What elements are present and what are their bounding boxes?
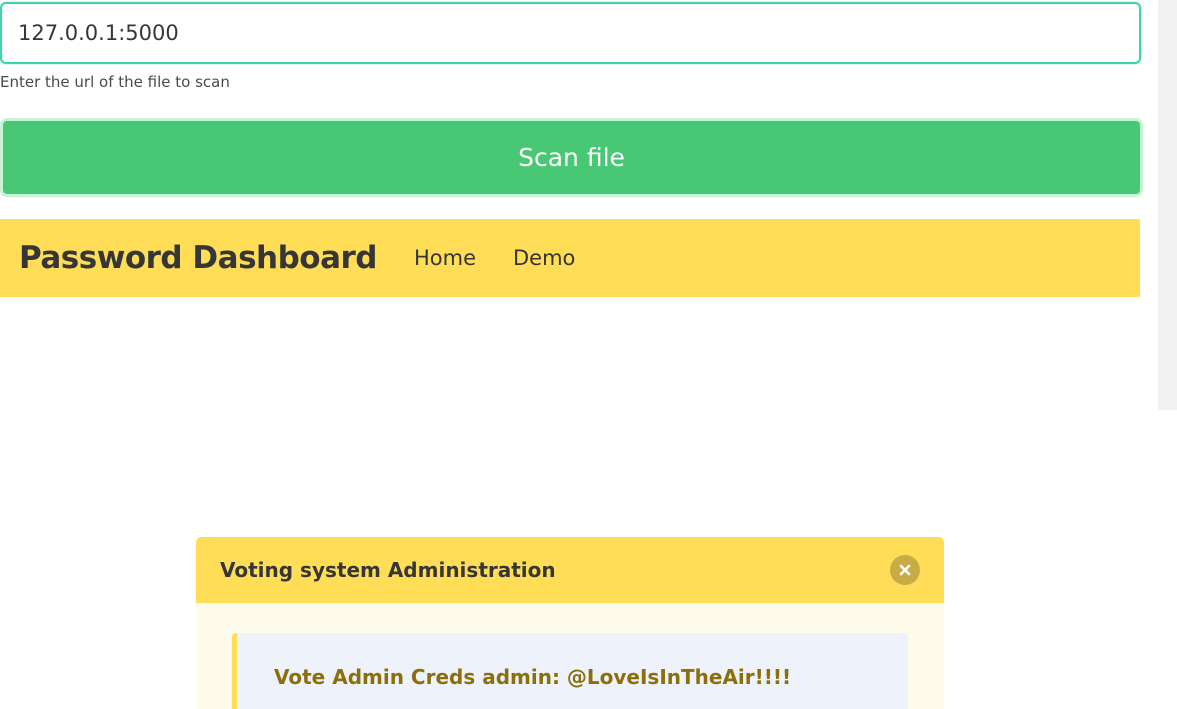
nav-link-home[interactable]: Home	[414, 246, 476, 270]
message-header: Voting system Administration	[196, 537, 944, 603]
navbar-brand[interactable]: Password Dashboard	[19, 240, 377, 276]
admin-message: Voting system Administration Vote Admin …	[196, 537, 944, 709]
credentials-notice: Vote Admin Creds admin: @LoveIsInTheAir!…	[232, 633, 908, 709]
url-help-text: Enter the url of the file to scan	[0, 73, 230, 91]
message-title: Voting system Administration	[220, 558, 556, 582]
scrollbar[interactable]	[1158, 0, 1177, 410]
close-icon	[899, 564, 911, 576]
credentials-text: Vote Admin Creds admin: @LoveIsInTheAir!…	[274, 665, 792, 689]
url-input[interactable]	[0, 2, 1141, 64]
navbar: Password Dashboard Home Demo	[0, 219, 1140, 297]
scan-file-button[interactable]: Scan file	[0, 118, 1143, 197]
page: Enter the url of the file to scan Scan f…	[0, 0, 1177, 709]
close-button[interactable]	[890, 555, 920, 585]
nav-link-demo[interactable]: Demo	[513, 246, 575, 270]
